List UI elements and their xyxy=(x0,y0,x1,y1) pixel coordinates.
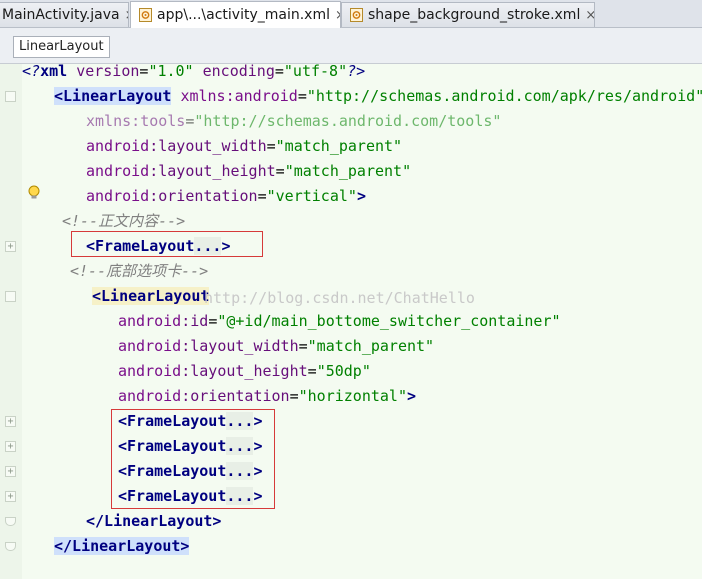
tag-close-bracket: > xyxy=(407,387,417,405)
tag-linearlayout-close: </LinearLayout> xyxy=(86,512,222,530)
code-line-4[interactable]: android:layout_width="match_parent" xyxy=(86,134,402,159)
value-version: "1.0" xyxy=(148,62,194,80)
value-tools-ns: "http://schemas.android.com/tools" xyxy=(194,112,502,130)
attr-layout-width: :layout_width xyxy=(181,337,299,355)
equals: = xyxy=(266,137,276,155)
attr-namespace: android xyxy=(86,187,150,205)
tag-linearlayout-close: </LinearLayout> xyxy=(54,537,190,555)
fold-expand-icon[interactable]: + xyxy=(5,416,16,427)
equals: = xyxy=(208,312,218,330)
tag-linearlayout-open: <LinearLayout xyxy=(92,287,210,305)
equals: = xyxy=(274,62,284,80)
attr-namespace: android xyxy=(118,387,182,405)
equals: = xyxy=(257,187,267,205)
code-line-13[interactable]: android:layout_height="50dp" xyxy=(118,359,371,384)
equals: = xyxy=(289,387,299,405)
code-line-20[interactable]: </LinearLayout> xyxy=(54,534,190,559)
code-line-3[interactable]: xmlns:tools="http://schemas.android.com/… xyxy=(86,109,501,134)
attr-encoding: encoding xyxy=(202,62,275,80)
tab-label: MainActivity.java xyxy=(2,7,120,23)
code-line-2[interactable]: <LinearLayout xmlns:android="http://sche… xyxy=(54,84,702,109)
tab-activity-main-xml[interactable]: app\...\activity_main.xml × xyxy=(130,1,341,28)
attr-xmlns: xmlns: xyxy=(180,87,235,105)
attr-android: android xyxy=(234,87,298,105)
close-icon[interactable]: × xyxy=(585,8,594,23)
tag-close-bracket: > xyxy=(356,187,366,205)
fold-toggle-icon[interactable] xyxy=(5,91,16,102)
fold-toggle-icon[interactable] xyxy=(5,291,16,302)
attr-namespace: android xyxy=(118,337,182,355)
annotation-box-tab-frames xyxy=(111,409,275,509)
code-line-10[interactable]: <LinearLayout xyxy=(92,284,210,309)
fold-end-icon[interactable] xyxy=(5,517,16,526)
code-line-9-comment[interactable]: <!--底部选项卡--> xyxy=(70,259,208,284)
xml-keyword: xml xyxy=(40,62,77,80)
code-line-11[interactable]: android:id="@+id/main_bottome_switcher_c… xyxy=(118,309,561,334)
tab-mainactivity-java[interactable]: MainActivity.java × xyxy=(0,2,129,27)
editor-tab-bar: MainActivity.java × app\...\activity_mai… xyxy=(0,0,702,28)
attr-tools: tools xyxy=(140,112,186,130)
value-orientation: "horizontal" xyxy=(298,387,407,405)
fold-expand-icon[interactable]: + xyxy=(5,466,16,477)
tab-label: app\...\activity_main.xml xyxy=(157,7,330,23)
fold-end-icon[interactable] xyxy=(5,542,16,551)
xml-layout-icon xyxy=(350,8,363,22)
attr-orientation: :orientation xyxy=(149,187,258,205)
code-line-1[interactable]: <?xml version="1.0" encoding="utf-8"?> xyxy=(22,59,365,84)
value-android-ns: "http://schemas.android.com/apk/res/andr… xyxy=(306,87,702,105)
equals: = xyxy=(297,87,307,105)
watermark-text: http://blog.csdn.net/ChatHello xyxy=(204,289,475,307)
attr-namespace: android xyxy=(118,312,182,330)
fold-expand-icon[interactable]: + xyxy=(5,241,16,252)
xml-prolog-open: <? xyxy=(22,62,41,80)
attr-namespace: android xyxy=(118,362,182,380)
value-layout-width: "match_parent" xyxy=(307,337,435,355)
fold-expand-icon[interactable]: + xyxy=(5,441,16,452)
code-line-14[interactable]: android:orientation="horizontal"> xyxy=(118,384,416,409)
tag-linearlayout-open: <LinearLayout xyxy=(54,87,172,105)
value-layout-height: "match_parent" xyxy=(284,162,412,180)
value-layout-height: "50dp" xyxy=(316,362,371,380)
attr-namespace: android xyxy=(86,137,150,155)
tab-label: shape_background_stroke.xml xyxy=(368,7,581,23)
fold-expand-icon[interactable]: + xyxy=(5,491,16,502)
code-line-19[interactable]: </LinearLayout> xyxy=(86,509,221,534)
code-line-12[interactable]: android:layout_width="match_parent" xyxy=(118,334,434,359)
attr-layout-width: :layout_width xyxy=(149,137,267,155)
tab-shape-background-stroke-xml[interactable]: shape_background_stroke.xml × xyxy=(341,2,595,27)
value-id: "@+id/main_bottome_switcher_container" xyxy=(217,312,561,330)
attr-layout-height: :layout_height xyxy=(149,162,276,180)
value-layout-width: "match_parent" xyxy=(275,137,403,155)
lightbulb-icon[interactable] xyxy=(27,185,41,201)
attr-namespace: android xyxy=(86,162,150,180)
xml-layout-icon xyxy=(139,8,152,22)
attr-version: version xyxy=(76,62,140,80)
value-orientation: "vertical" xyxy=(266,187,357,205)
attr-id: :id xyxy=(181,312,209,330)
annotation-box-content-frame xyxy=(71,231,263,257)
equals: = xyxy=(298,337,308,355)
code-line-6[interactable]: android:orientation="vertical"> xyxy=(86,184,366,209)
equals: = xyxy=(275,162,285,180)
value-encoding: "utf-8" xyxy=(283,62,348,80)
breadcrumb-item-linearlayout[interactable]: LinearLayout xyxy=(13,36,110,58)
attr-orientation: :orientation xyxy=(181,387,290,405)
code-line-5[interactable]: android:layout_height="match_parent" xyxy=(86,159,411,184)
attr-xmlns: xmlns: xyxy=(86,112,141,130)
attr-layout-height: :layout_height xyxy=(181,362,308,380)
equals: = xyxy=(307,362,317,380)
close-icon[interactable]: × xyxy=(125,8,128,23)
xml-prolog-close: ?> xyxy=(347,62,366,80)
